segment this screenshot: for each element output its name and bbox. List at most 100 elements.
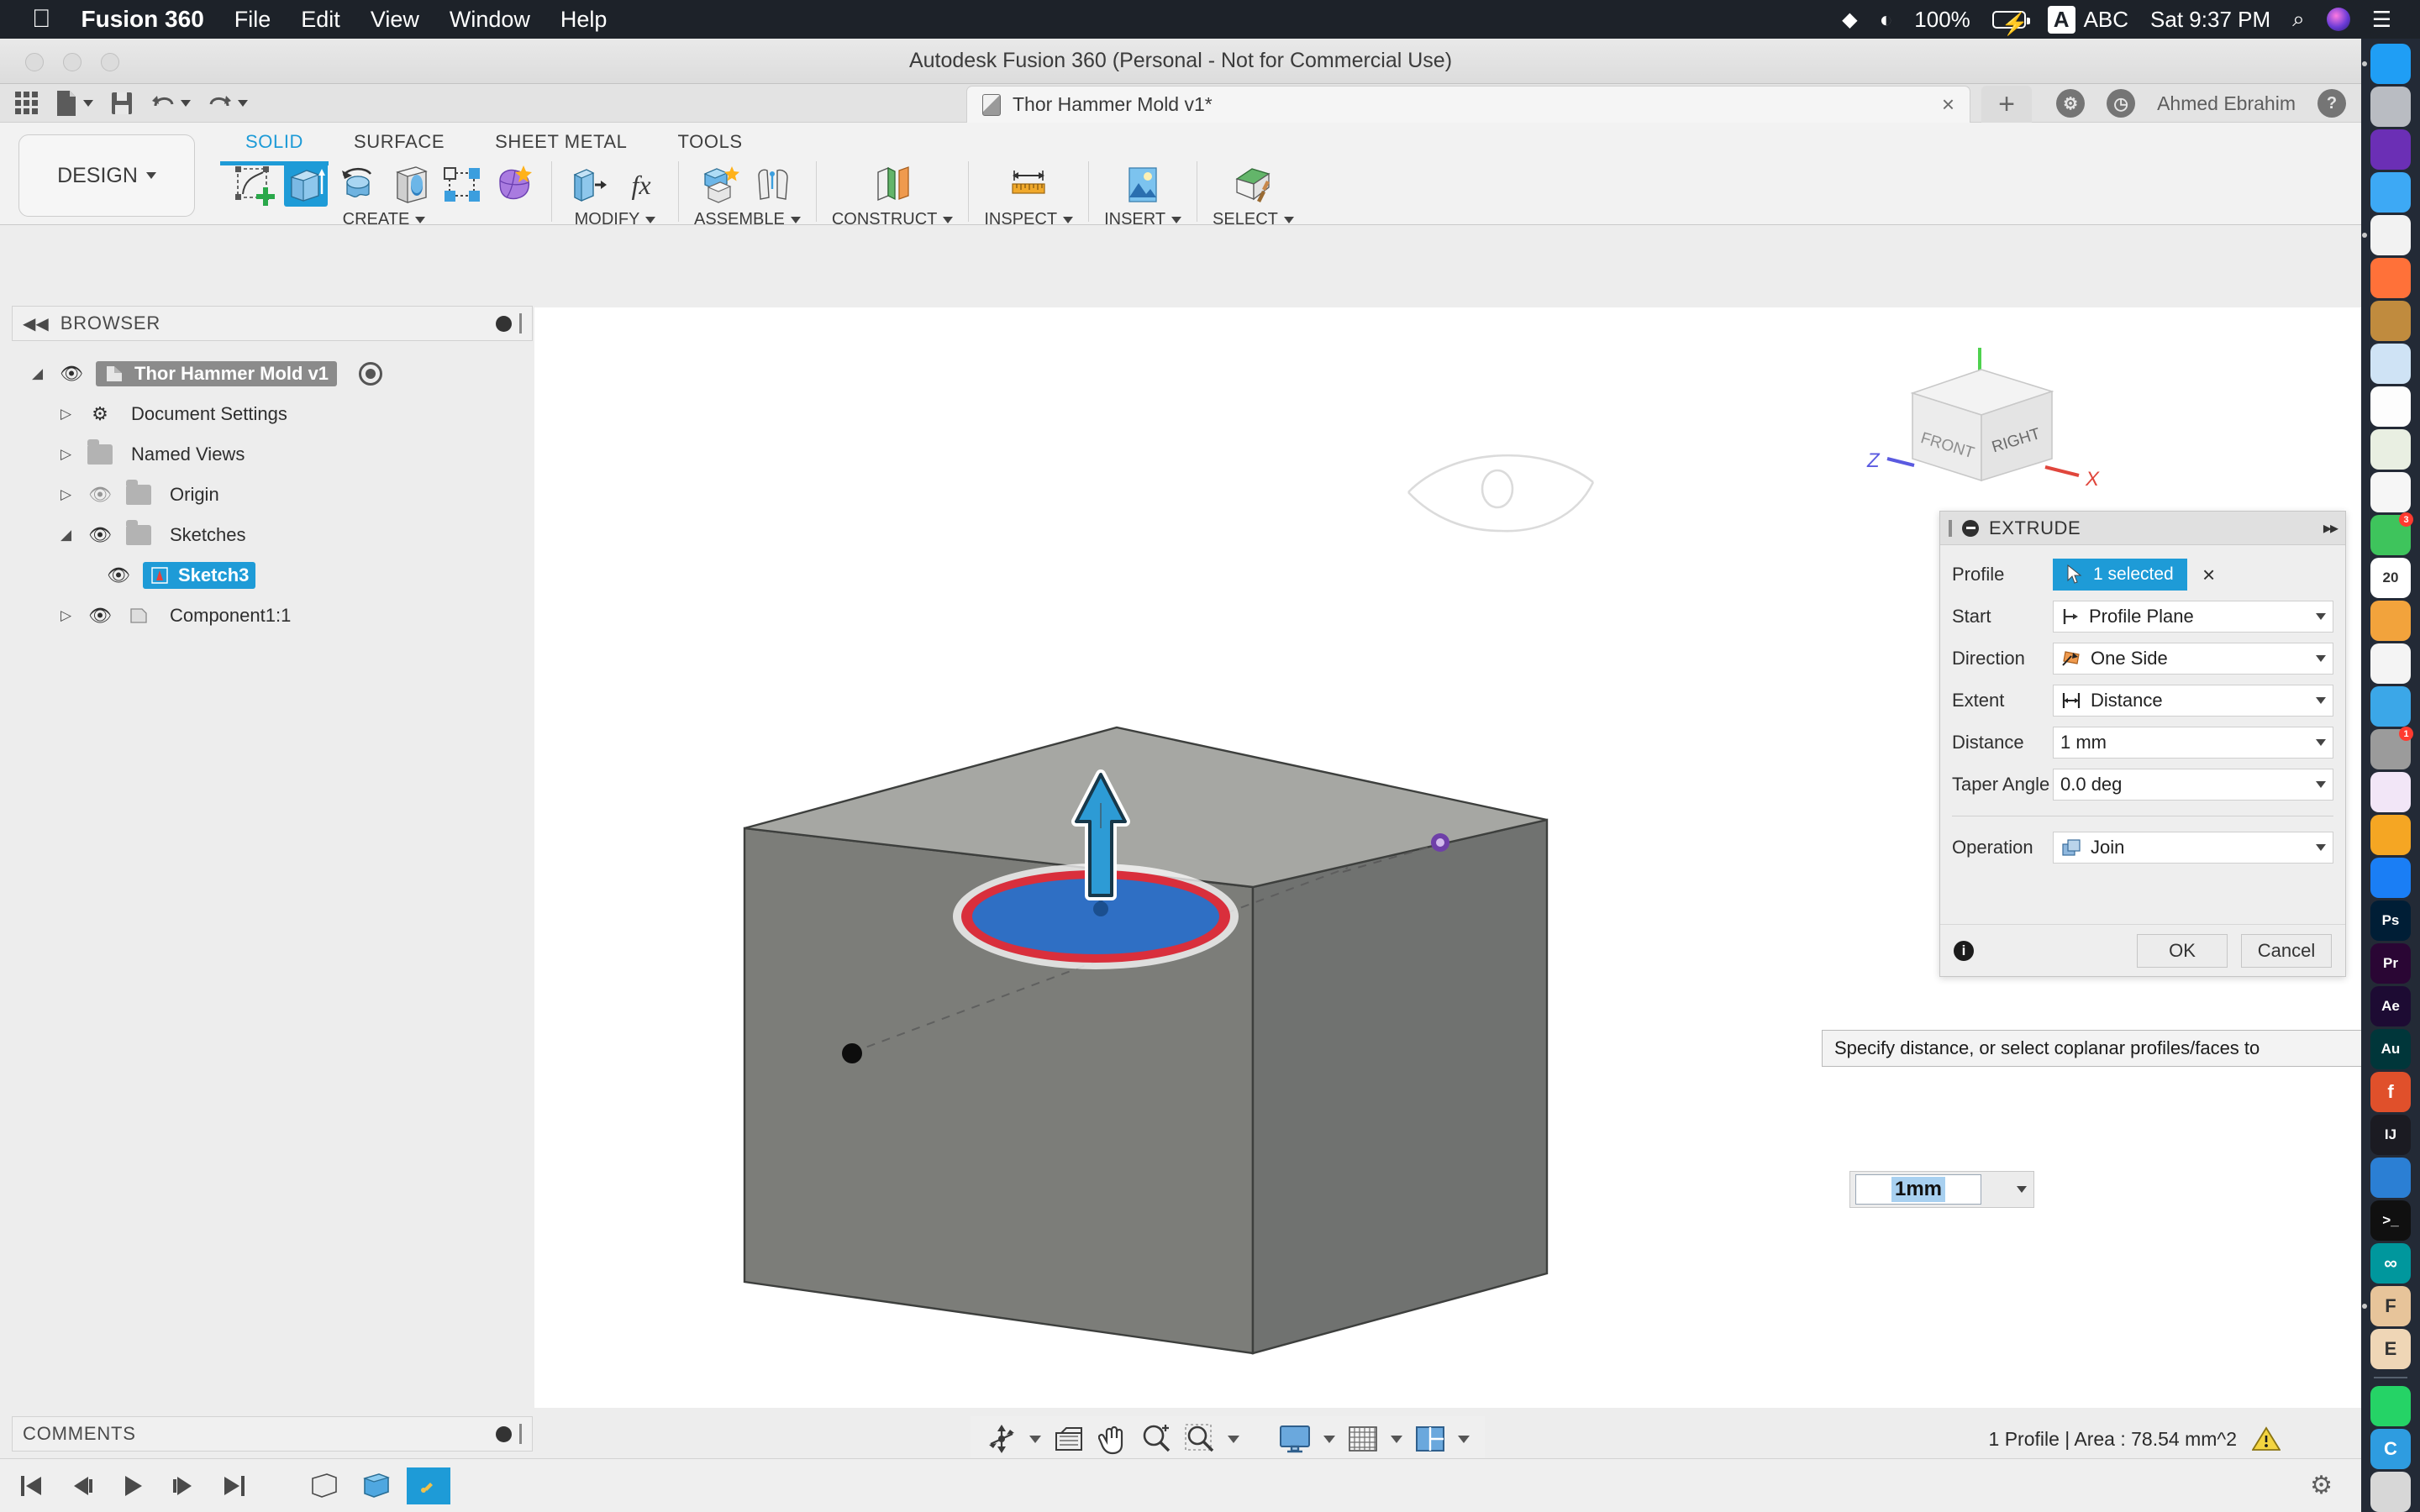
tree-item-document-settings[interactable]: ▷ ⚙ Document Settings [12, 394, 533, 434]
search-icon[interactable]: ⌕ [2292, 6, 2305, 33]
siri-icon[interactable] [2326, 8, 2350, 31]
extent-dropdown[interactable]: Distance [2053, 685, 2333, 717]
chevron-down-icon[interactable] [645, 216, 656, 223]
comments-pin[interactable] [496, 1424, 522, 1444]
new-file-dropdown-icon[interactable] [83, 99, 93, 107]
dock-item-numbers[interactable] [2370, 643, 2411, 684]
chevron-down-icon[interactable] [2316, 781, 2326, 788]
chevron-down-icon[interactable] [790, 216, 801, 223]
profile-selection-chip[interactable]: 1 selected [2053, 559, 2187, 591]
apple-icon[interactable]:  [32, 7, 51, 32]
dock-item-photos[interactable] [2370, 472, 2411, 512]
chevron-down-icon[interactable] [1391, 1435, 1402, 1443]
chevron-down-icon[interactable] [2316, 844, 2326, 851]
dock-item-facetime[interactable]: 3 [2370, 512, 2413, 555]
chevron-down-icon[interactable] [415, 216, 426, 223]
menu-item-window[interactable]: Window [450, 7, 530, 33]
chevron-down-icon[interactable] [1228, 1435, 1239, 1443]
dock-item-system-preferences[interactable]: 1 [2370, 727, 2413, 769]
menu-item-view[interactable]: View [371, 7, 419, 33]
bluetooth-icon[interactable]: ◆ [1842, 8, 1857, 32]
panel-grip[interactable] [519, 1424, 522, 1444]
dock-item-intellij-idea[interactable]: IJ [2370, 1115, 2411, 1155]
look-at-icon[interactable] [1053, 1425, 1086, 1453]
go-to-end-icon[interactable] [218, 1472, 249, 1500]
dock-item-audition[interactable]: Au [2370, 1029, 2411, 1069]
dock-item-terminal[interactable]: >_ [2370, 1200, 2411, 1241]
input-source[interactable]: A ABC [2047, 5, 2128, 34]
info-icon[interactable]: i [1954, 940, 1974, 961]
redo-dropdown-icon[interactable] [238, 99, 248, 107]
dock-item-box[interactable] [2370, 301, 2411, 341]
dock-item-calendar[interactable]: 20 [2370, 558, 2411, 598]
dock-item-itunes[interactable] [2370, 772, 2411, 812]
wifi-icon[interactable]: ◐ [1880, 7, 1893, 33]
fast-forward-icon[interactable]: ▸▸ [2323, 517, 2338, 538]
hole-icon[interactable] [388, 163, 432, 207]
dock-item-notes[interactable] [2370, 386, 2411, 427]
minus-circle-icon[interactable] [1962, 519, 1979, 537]
help-icon[interactable]: ? [2317, 89, 2346, 118]
document-tab[interactable]: Thor Hammer Mold v1* × [966, 86, 1970, 123]
form-icon[interactable] [492, 163, 536, 207]
dimension-value-box[interactable]: 1mm [1855, 1174, 1981, 1205]
dock-item-chrome[interactable] [2362, 215, 2411, 255]
chevron-down-icon[interactable] [1029, 1435, 1041, 1443]
chevron-down-icon[interactable] [943, 216, 954, 223]
grid-snap-icon[interactable] [1347, 1425, 1379, 1453]
pattern-icon[interactable] [440, 163, 484, 207]
joint-icon[interactable] [751, 163, 795, 207]
expand-arrow-icon[interactable]: ◢ [60, 527, 76, 543]
extensions-icon[interactable]: ⚙ [2056, 89, 2086, 118]
press-pull-icon[interactable] [567, 163, 611, 207]
new-component-icon[interactable] [699, 163, 743, 207]
dock-item-maps[interactable] [2370, 429, 2411, 470]
clear-selection-icon[interactable]: × [2202, 562, 2215, 588]
close-window-button[interactable] [25, 53, 44, 71]
extrude-dialog[interactable]: EXTRUDE ▸▸ Profile 1 selected × Start Pr… [1939, 511, 2346, 977]
offset-plane-icon[interactable] [871, 163, 914, 207]
dock-item-eagle[interactable]: E [2370, 1329, 2411, 1369]
minus-circle-icon[interactable] [496, 315, 512, 332]
job-status-icon[interactable]: ◷ [2107, 89, 2136, 118]
visibility-eye-icon[interactable]: 👁 [104, 564, 133, 586]
tree-item-named-views[interactable]: ▷ Named Views [12, 434, 533, 475]
ok-button[interactable]: OK [2137, 933, 2228, 968]
tab-solid[interactable]: SOLID [220, 126, 329, 165]
workspace-switcher-button[interactable]: DESIGN [18, 134, 195, 217]
maximize-window-button[interactable] [101, 53, 119, 71]
change-parameters-icon[interactable]: fx [619, 163, 663, 207]
chevron-down-icon[interactable] [2316, 655, 2326, 662]
dock-item-fusion-360[interactable]: f [2370, 1072, 2411, 1112]
extrude-dialog-title-bar[interactable]: EXTRUDE ▸▸ [1940, 512, 2345, 545]
visibility-eye-icon[interactable]: 👁 [86, 605, 114, 627]
dimension-input-field[interactable]: 1mm [1849, 1171, 2034, 1208]
tree-item-sketch3[interactable]: 👁 Sketch3 [12, 555, 533, 596]
tree-item-origin[interactable]: ▷ 👁 Origin [12, 475, 533, 515]
dialog-grip[interactable] [1949, 519, 1952, 537]
comments-panel-header[interactable]: COMMENTS [12, 1416, 533, 1452]
undo-dropdown-icon[interactable] [181, 99, 191, 107]
play-icon[interactable] [118, 1472, 148, 1500]
distance-input[interactable]: 1 mm [2053, 727, 2333, 759]
gear-icon[interactable]: ⚙ [2310, 1471, 2333, 1500]
orbit-icon[interactable] [986, 1423, 1018, 1455]
dock-item-launchpad[interactable] [2370, 87, 2411, 127]
battery-charging-icon[interactable]: ⚡ [1991, 10, 2030, 36]
dock-item-fritzing[interactable]: F [2362, 1286, 2411, 1326]
chevron-down-icon[interactable] [1323, 1435, 1335, 1443]
browser-pin[interactable] [496, 313, 522, 333]
redo-icon[interactable] [208, 92, 248, 114]
zoom-window-icon[interactable] [1184, 1423, 1216, 1455]
chevron-down-icon[interactable] [2316, 697, 2326, 704]
operation-dropdown[interactable]: Join [2053, 832, 2333, 864]
dock-item-xcode[interactable] [2370, 1158, 2411, 1198]
dock-item-arduino[interactable]: ∞ [2370, 1243, 2411, 1284]
menu-item-help[interactable]: Help [560, 7, 608, 33]
expand-arrow-icon[interactable]: ▷ [60, 607, 76, 624]
timeline-node-active-sketch[interactable] [407, 1467, 450, 1504]
add-comment-icon[interactable] [496, 1425, 512, 1442]
chevron-down-icon[interactable] [1171, 216, 1182, 223]
dock-item-cura[interactable]: C [2370, 1429, 2411, 1469]
visibility-off-icon[interactable]: 👁 [86, 484, 114, 506]
